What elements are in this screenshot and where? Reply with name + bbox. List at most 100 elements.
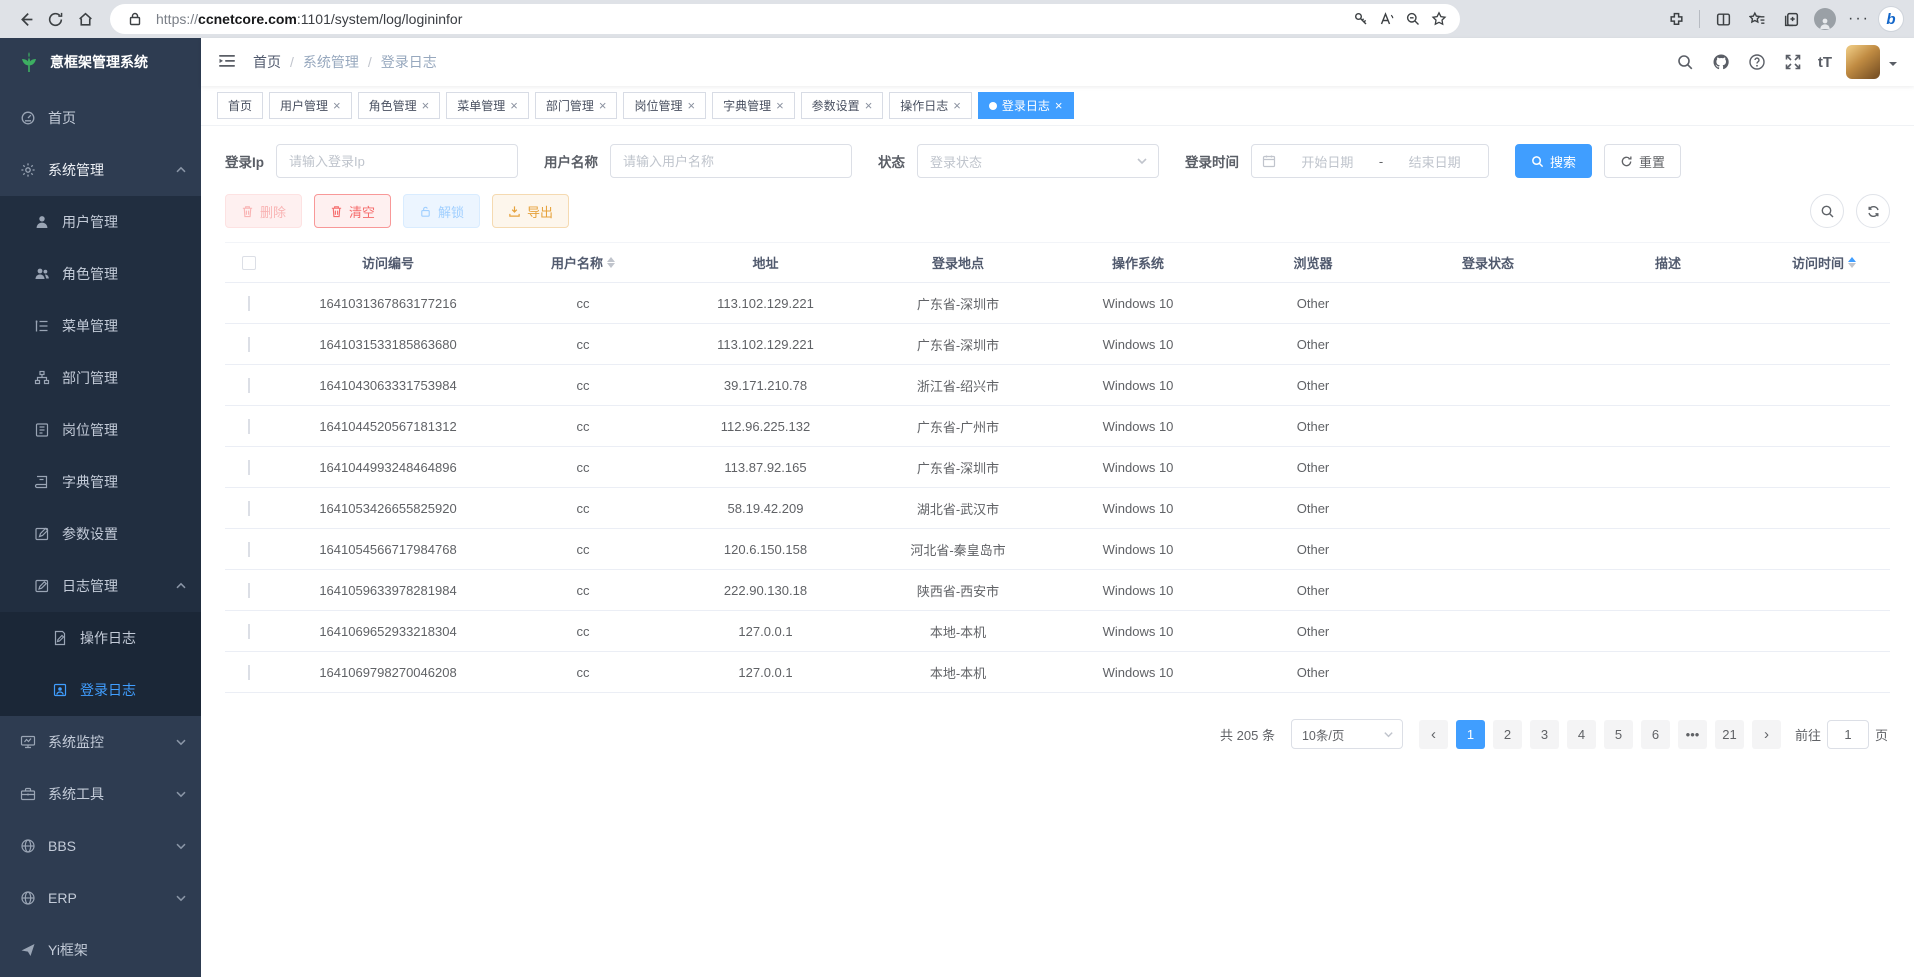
tab-param[interactable]: 参数设置 × xyxy=(801,92,884,119)
next-page-button[interactable]: › xyxy=(1752,720,1781,749)
sidebar-item-post[interactable]: 岗位管理 xyxy=(0,404,201,456)
row-checkbox[interactable] xyxy=(248,624,250,639)
select-all-checkbox[interactable] xyxy=(242,256,256,270)
sidebar-item-loginlog[interactable]: 登录日志 xyxy=(0,664,201,716)
table-refresh-icon[interactable] xyxy=(1856,194,1890,228)
login-ip-input[interactable] xyxy=(276,144,518,178)
user-avatar[interactable] xyxy=(1846,45,1880,79)
font-size-icon[interactable]: tT xyxy=(1818,54,1832,71)
page-size-select[interactable]: 10条/页 xyxy=(1291,719,1403,749)
delete-button[interactable]: 删除 xyxy=(225,194,302,228)
breadcrumb-item[interactable]: 首页 xyxy=(253,52,281,72)
end-date-placeholder[interactable]: 结束日期 xyxy=(1391,152,1478,171)
clear-button[interactable]: 清空 xyxy=(314,194,391,228)
sidebar-item-menu[interactable]: 菜单管理 xyxy=(0,300,201,352)
column-header[interactable]: 地址 xyxy=(663,253,868,272)
column-header[interactable]: 浏览器 xyxy=(1228,253,1398,272)
sidebar-item-role[interactable]: 角色管理 xyxy=(0,248,201,300)
tab-loginlog[interactable]: 登录日志 × xyxy=(978,92,1074,119)
prev-page-button[interactable]: ‹ xyxy=(1419,720,1448,749)
row-checkbox[interactable] xyxy=(248,460,250,475)
search-button[interactable]: 搜索 xyxy=(1515,144,1592,178)
column-header[interactable]: 操作系统 xyxy=(1048,253,1228,272)
address-bar[interactable]: https://ccnetcore.com:1101/system/log/lo… xyxy=(110,4,1460,34)
app-logo[interactable]: 意框架管理系统 xyxy=(0,38,201,86)
close-icon[interactable]: × xyxy=(687,99,695,112)
page-button[interactable]: 2 xyxy=(1493,720,1522,749)
reset-button[interactable]: 重置 xyxy=(1604,144,1681,178)
status-select[interactable]: 登录状态 xyxy=(917,144,1159,178)
sidebar-item-oplog[interactable]: 操作日志 xyxy=(0,612,201,664)
sidebar-item-erp[interactable]: ERP xyxy=(0,872,201,924)
close-icon[interactable]: × xyxy=(776,99,784,112)
row-checkbox[interactable] xyxy=(248,296,250,311)
tab-dept[interactable]: 部门管理 × xyxy=(535,92,618,119)
column-header[interactable]: 登录状态 xyxy=(1398,253,1578,272)
close-icon[interactable]: × xyxy=(599,99,607,112)
page-button[interactable]: 1 xyxy=(1456,720,1485,749)
sidebar-item-user[interactable]: 用户管理 xyxy=(0,196,201,248)
favorites-icon[interactable] xyxy=(1742,4,1772,34)
close-icon[interactable]: × xyxy=(953,99,961,112)
tab-dict[interactable]: 字典管理 × xyxy=(712,92,795,119)
start-date-placeholder[interactable]: 开始日期 xyxy=(1284,152,1371,171)
password-key-icon[interactable] xyxy=(1348,6,1374,32)
page-button[interactable]: 4 xyxy=(1567,720,1596,749)
collections-icon[interactable] xyxy=(1776,4,1806,34)
sort-icon[interactable] xyxy=(607,257,615,268)
close-icon[interactable]: × xyxy=(865,99,873,112)
avatar-caret-icon[interactable] xyxy=(1888,57,1898,67)
read-aloud-icon[interactable] xyxy=(1374,6,1400,32)
tab-menu[interactable]: 菜单管理 × xyxy=(446,92,529,119)
sidebar-item-tools[interactable]: 系统工具 xyxy=(0,768,201,820)
help-icon[interactable] xyxy=(1746,51,1768,73)
column-header[interactable]: 用户名称 xyxy=(503,253,663,272)
split-screen-icon[interactable] xyxy=(1708,4,1738,34)
github-icon[interactable] xyxy=(1710,51,1732,73)
column-header[interactable]: 登录地点 xyxy=(868,253,1048,272)
last-page-button[interactable]: 21 xyxy=(1715,720,1744,749)
search-icon[interactable] xyxy=(1674,51,1696,73)
tab-home[interactable]: 首页 xyxy=(217,92,263,119)
sidebar-item-dict[interactable]: 字典管理 xyxy=(0,456,201,508)
row-checkbox[interactable] xyxy=(248,337,250,352)
row-checkbox[interactable] xyxy=(248,542,250,557)
profile-avatar[interactable] xyxy=(1810,4,1840,34)
more-pages-button[interactable]: ••• xyxy=(1678,720,1707,749)
tab-oplog[interactable]: 操作日志 × xyxy=(889,92,972,119)
tab-user[interactable]: 用户管理 × xyxy=(269,92,352,119)
sidebar-item-bbs[interactable]: BBS xyxy=(0,820,201,872)
close-icon[interactable]: × xyxy=(333,99,341,112)
sidebar-item-monitor[interactable]: 系统监控 xyxy=(0,716,201,768)
user-name-input[interactable] xyxy=(610,144,852,178)
favorite-add-icon[interactable] xyxy=(1426,6,1452,32)
column-header[interactable]: 访问时间 xyxy=(1758,253,1890,272)
extensions-icon[interactable] xyxy=(1661,4,1691,34)
sidebar-item-param[interactable]: 参数设置 xyxy=(0,508,201,560)
column-header[interactable]: 描述 xyxy=(1578,253,1758,272)
collapse-sidebar-icon[interactable] xyxy=(217,51,239,73)
sidebar-item-home[interactable]: 首页 xyxy=(0,92,201,144)
row-checkbox[interactable] xyxy=(248,583,250,598)
fullscreen-icon[interactable] xyxy=(1782,51,1804,73)
date-range-picker[interactable]: 开始日期 - 结束日期 xyxy=(1251,144,1489,178)
back-icon[interactable] xyxy=(10,4,40,34)
sidebar-item-log[interactable]: 日志管理 xyxy=(0,560,201,612)
tab-post[interactable]: 岗位管理 × xyxy=(623,92,706,119)
close-icon[interactable]: × xyxy=(422,99,430,112)
close-icon[interactable]: × xyxy=(1055,99,1063,112)
column-header[interactable]: 访问编号 xyxy=(273,253,503,272)
page-button[interactable]: 6 xyxy=(1641,720,1670,749)
browser-menu-icon[interactable]: ··· xyxy=(1844,4,1874,34)
zoom-out-icon[interactable] xyxy=(1400,6,1426,32)
row-checkbox[interactable] xyxy=(248,665,250,680)
unlock-button[interactable]: 解锁 xyxy=(403,194,480,228)
lock-icon[interactable] xyxy=(122,6,148,32)
url-text[interactable]: https://ccnetcore.com:1101/system/log/lo… xyxy=(156,11,1348,27)
sidebar-item-dept[interactable]: 部门管理 xyxy=(0,352,201,404)
export-button[interactable]: 导出 xyxy=(492,194,569,228)
sort-icon[interactable] xyxy=(1848,257,1856,268)
goto-page-input[interactable] xyxy=(1827,720,1869,749)
row-checkbox[interactable] xyxy=(248,501,250,516)
home-icon[interactable] xyxy=(70,4,100,34)
